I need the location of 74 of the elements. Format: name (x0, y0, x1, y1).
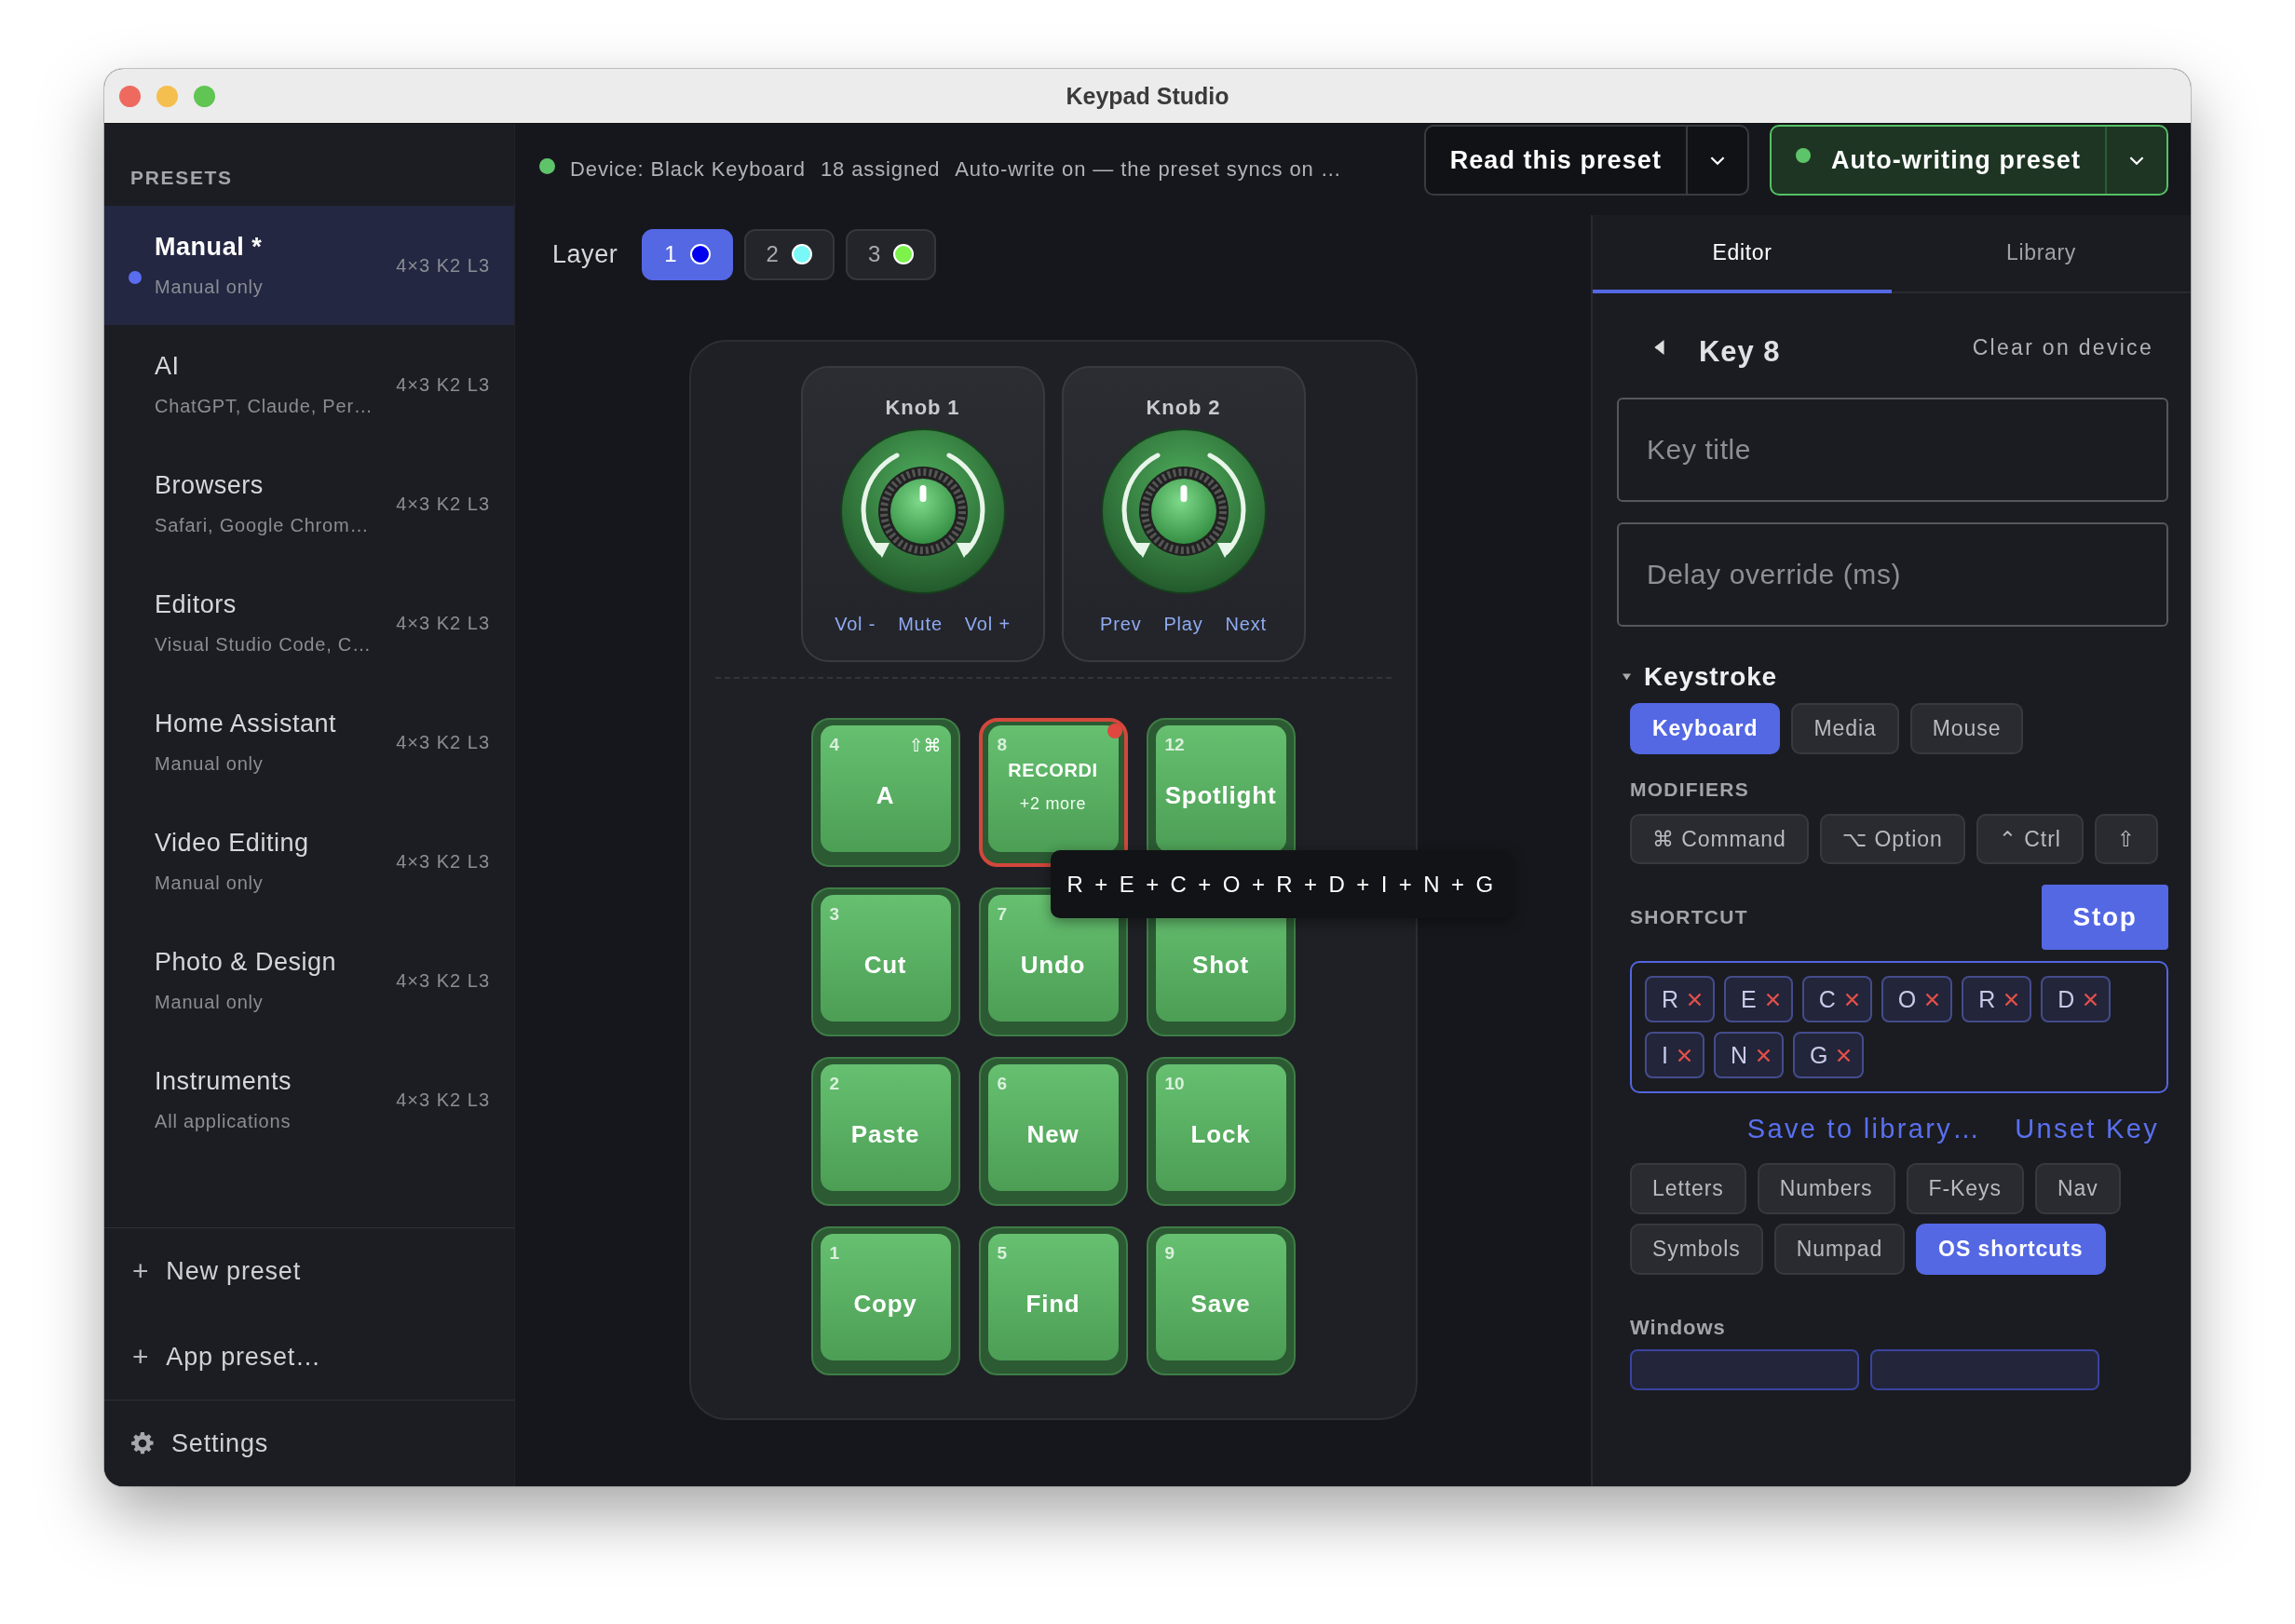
preset-layout: 4×3 K2 L3 (396, 731, 490, 753)
preset-name: Browsers (155, 471, 265, 500)
preset-name: Instruments (155, 1067, 292, 1096)
preset-layout: 4×3 K2 L3 (396, 254, 490, 277)
key-number: 10 (1164, 1074, 1185, 1094)
key-number: 7 (997, 904, 1008, 925)
knob-action: Mute (898, 614, 943, 635)
key-number: 1 (829, 1243, 840, 1264)
assigned-count: 18 assigned (820, 157, 941, 182)
key-label: Shot (1192, 950, 1249, 980)
preset-apps: Manual only (155, 753, 265, 775)
key-number: 5 (997, 1243, 1008, 1264)
knob-action: Next (1225, 614, 1267, 635)
preset-name: Home Assistant (155, 710, 338, 738)
preset-apps: Visual Studio Code, C… (155, 634, 373, 656)
preset-apps: ChatGPT, Claude, Per… (155, 396, 374, 417)
key-number: 12 (1164, 735, 1185, 755)
preset-name: Manual * (155, 233, 264, 262)
preset-layout: 4×3 K2 L3 (396, 493, 490, 515)
knob-action: Vol - (835, 614, 876, 635)
key-label: New (1026, 1119, 1080, 1149)
preset-name: Editors (155, 590, 238, 619)
knob-action: Play (1163, 614, 1203, 635)
preset-layout: 4×3 K2 L3 (396, 850, 490, 873)
key-label: Lock (1190, 1119, 1251, 1149)
knob-action: Prev (1100, 614, 1142, 635)
key-label: Paste (850, 1119, 920, 1149)
knob-title: Knob 1 (885, 396, 960, 420)
key-number: 8 (997, 735, 1008, 755)
key-number: 2 (829, 1074, 840, 1094)
modifiers-label: MODIFIERS (1630, 778, 1750, 801)
key-number: 9 (1164, 1243, 1175, 1264)
preset-layout: 4×3 K2 L3 (396, 612, 490, 634)
key-label: Find (1025, 1289, 1080, 1319)
key-label: Undo (1020, 950, 1086, 980)
section-title: Keystroke (1644, 662, 1777, 692)
preset-layout: 4×3 K2 L3 (396, 969, 490, 992)
key-label: Cut (863, 950, 907, 980)
sidebar-heading: PRESETS (129, 166, 234, 190)
key-more: +2 more (1019, 794, 1087, 814)
group-title: Windows (1630, 1316, 1727, 1340)
action-label: New preset (166, 1256, 301, 1286)
preset-layout: 4×3 K2 L3 (396, 1089, 490, 1111)
key-modifiers: ⇧⌘ (908, 735, 942, 755)
key-number: 6 (997, 1074, 1008, 1094)
knob-action: Vol + (964, 614, 1011, 635)
sync-status: Auto-write on — the preset syncs on … (955, 157, 1342, 182)
preset-apps: Manual only (155, 873, 265, 894)
preset-name: Video Editing (155, 829, 310, 858)
window-title: Keypad Studio (1066, 82, 1229, 110)
knob-title: Knob 2 (1146, 396, 1221, 420)
key-label: A (876, 780, 895, 810)
key-number: 4 (829, 735, 840, 755)
preset-layout: 4×3 K2 L3 (396, 373, 490, 396)
preset-apps: All applications (155, 1111, 292, 1132)
action-label: App preset… (166, 1342, 321, 1372)
device-name: Device: Black Keyboard (570, 157, 806, 182)
plus-icon: + (132, 1341, 150, 1373)
preset-apps: Safari, Google Chrom… (155, 515, 371, 536)
key-label: Save (1190, 1289, 1251, 1319)
key-title: Key 8 (1699, 335, 1781, 369)
key-label: Spotlight (1164, 780, 1277, 810)
key-label: Copy (853, 1289, 917, 1319)
layer-label: Layer (552, 239, 618, 269)
preset-name: AI (155, 352, 181, 381)
preset-name: Photo & Design (155, 948, 338, 977)
shortcut-tooltip: R + E + C + O + R + D + I + N + G (1050, 850, 1514, 918)
shortcut-label: SHORTCUT (1630, 906, 1748, 928)
key-label: RECORDI (1008, 760, 1098, 781)
plus-icon: + (132, 1255, 150, 1287)
preset-apps: Manual only (155, 992, 265, 1013)
preset-apps: Manual only (155, 277, 265, 298)
settings-label: Settings (171, 1428, 269, 1458)
key-number: 3 (829, 904, 840, 925)
